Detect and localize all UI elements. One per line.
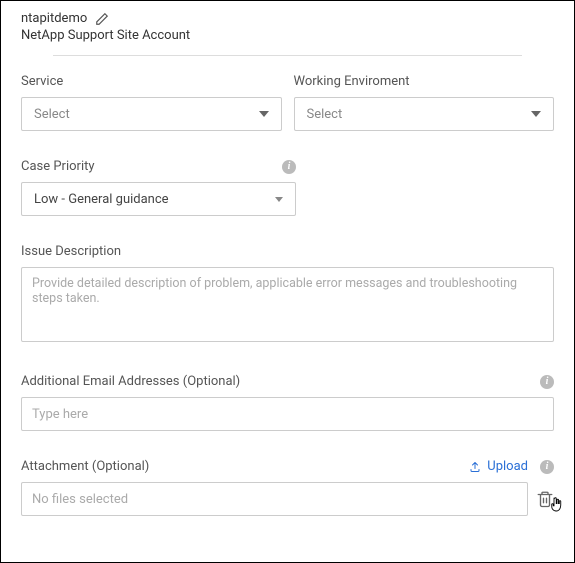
service-label: Service <box>21 74 282 89</box>
priority-select-text: Low - General guidance <box>34 192 169 207</box>
chevron-down-icon <box>259 111 269 117</box>
pencil-icon[interactable] <box>95 12 109 26</box>
account-name: ntapitdemo <box>21 11 87 26</box>
priority-select[interactable]: Low - General guidance <box>21 182 296 216</box>
upload-icon <box>469 461 481 473</box>
info-icon[interactable]: i <box>540 460 554 474</box>
account-subtitle: NetApp Support Site Account <box>21 28 554 43</box>
chevron-down-icon <box>531 111 541 117</box>
upload-label-text: Upload <box>487 459 528 474</box>
service-select-text: Select <box>34 107 70 122</box>
attachment-empty-text: No files selected <box>32 492 128 507</box>
environment-select[interactable]: Select <box>294 97 555 131</box>
divider <box>53 55 522 56</box>
info-icon[interactable]: i <box>540 375 554 389</box>
issue-label: Issue Description <box>21 244 554 259</box>
issue-textarea[interactable] <box>21 267 554 342</box>
info-icon[interactable]: i <box>282 160 296 174</box>
emails-label: Additional Email Addresses (Optional) <box>21 374 240 389</box>
trash-icon[interactable] <box>536 490 554 508</box>
service-select[interactable]: Select <box>21 97 282 131</box>
priority-label: Case Priority i <box>21 159 296 174</box>
environment-label: Working Enviroment <box>294 74 555 89</box>
upload-link[interactable]: Upload <box>469 459 528 474</box>
attachment-label: Attachment (Optional) <box>21 459 149 474</box>
environment-select-text: Select <box>307 107 343 122</box>
priority-label-text: Case Priority <box>21 159 95 174</box>
emails-input[interactable] <box>21 397 554 431</box>
attachment-field[interactable]: No files selected <box>21 482 528 516</box>
chevron-down-icon <box>275 197 283 202</box>
